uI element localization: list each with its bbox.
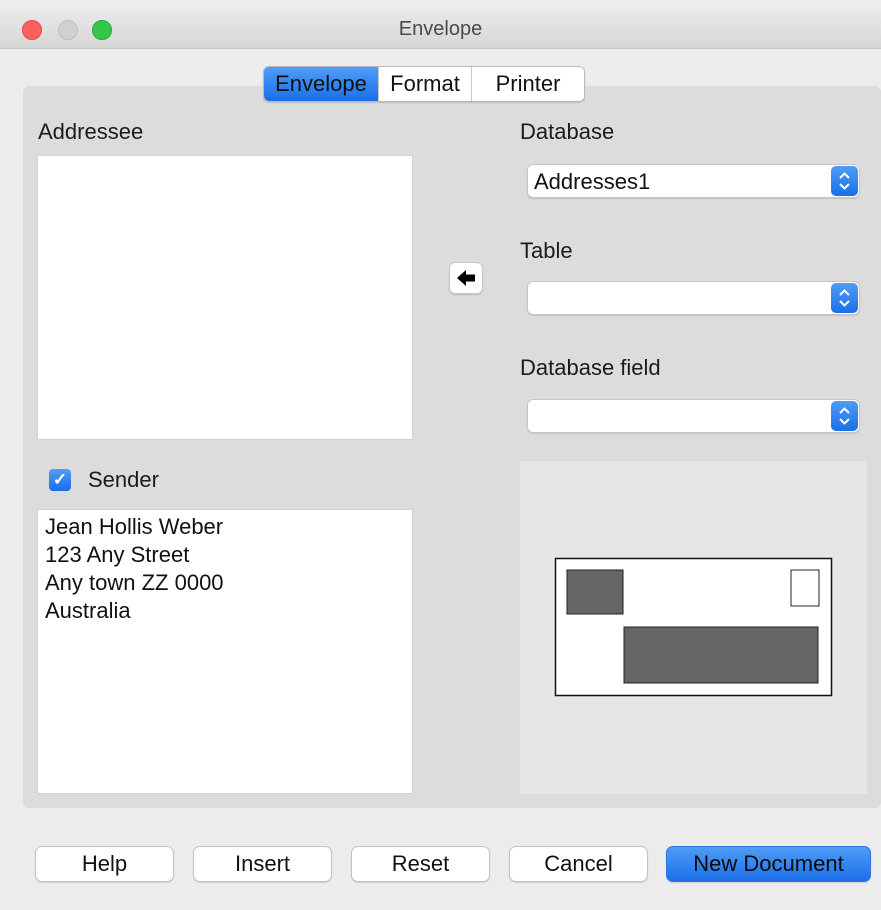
table-select[interactable] [527,281,860,315]
sender-line: Any town ZZ 0000 [45,570,224,595]
insert-field-button[interactable] [449,262,483,294]
table-label: Table [520,238,573,263]
checkmark-icon: ✓ [52,470,68,489]
tab-printer[interactable]: Printer [472,67,584,101]
database-select-value: Addresses1 [534,169,651,194]
database-field-label: Database field [520,355,661,380]
new-document-button[interactable]: New Document [666,846,871,882]
sender-line: 123 Any Street [45,542,190,567]
sender-line: Australia [45,598,131,623]
stamp-area [790,569,820,607]
sender-checkbox[interactable]: ✓ [49,469,71,491]
database-label: Database [520,119,615,144]
reset-button[interactable]: Reset [351,846,490,882]
envelope-preview-drawing [554,557,833,697]
insert-button[interactable]: Insert [193,846,332,882]
help-button[interactable]: Help [35,846,174,882]
database-field-select[interactable] [527,399,860,433]
sender-address: Jean Hollis Weber 123 Any Street Any tow… [45,513,224,625]
cancel-button[interactable]: Cancel [509,846,648,882]
envelope-dialog: Envelope Envelope Format Printer Address… [0,0,881,910]
table-chevron-icon [831,283,858,313]
database-field-chevron-icon [831,401,858,431]
sender-label: Sender [88,467,159,492]
left-arrow-icon [457,270,475,286]
database-select[interactable]: Addresses1 [527,164,860,198]
tab-bar: Envelope Format Printer [263,66,585,102]
addressee-textarea[interactable] [37,155,413,440]
database-chevron-icon [831,166,858,196]
sender-address-block [566,569,624,615]
window-title: Envelope [398,18,483,40]
tab-envelope[interactable]: Envelope [264,67,379,101]
tab-format[interactable]: Format [379,67,472,101]
sender-line: Jean Hollis Weber [45,514,224,539]
addressee-block [623,626,819,684]
envelope-preview [520,461,867,794]
addressee-label: Addressee [38,119,144,144]
